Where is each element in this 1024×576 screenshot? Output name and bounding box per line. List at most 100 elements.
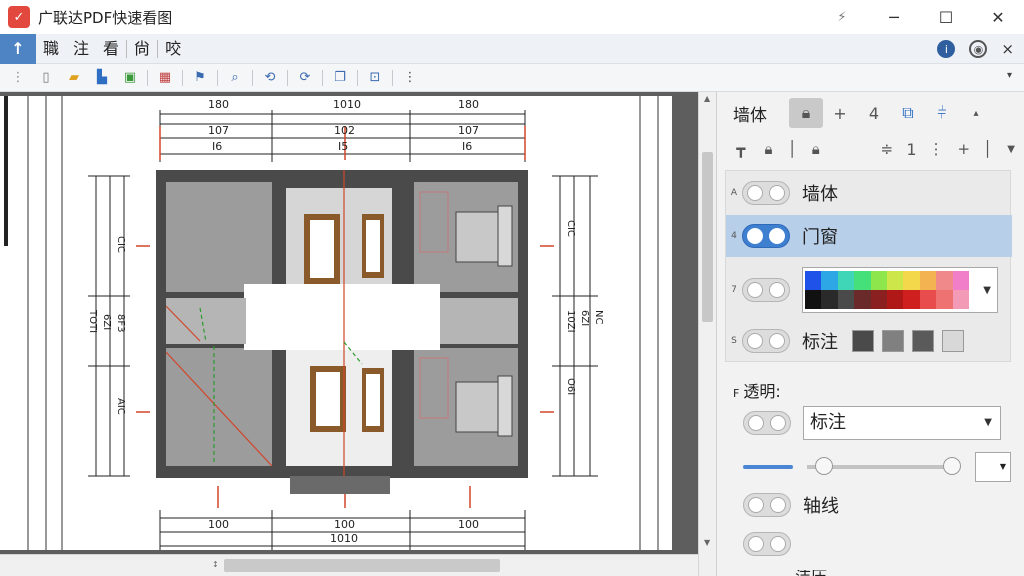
palette-color-7[interactable] (919, 271, 937, 290)
scroll-updown-icon[interactable]: ↕ (212, 560, 219, 569)
dropdown-icon[interactable]: ▼ (997, 144, 1024, 155)
more-vertical-icon[interactable]: ⋮ (922, 140, 950, 158)
measure-icon[interactable]: ⌕ (224, 67, 246, 89)
palette-color-0[interactable] (805, 271, 822, 290)
palette-color-13[interactable] (854, 290, 871, 309)
save-icon[interactable]: ▣ (119, 67, 141, 89)
color-palette-grid[interactable] (805, 271, 969, 309)
plus-icon[interactable]: + (823, 98, 857, 128)
menu-item-2[interactable]: 注 (66, 34, 96, 64)
info-icon[interactable]: i (937, 40, 956, 58)
layer-toggle-color[interactable] (742, 278, 790, 302)
menu-item-4[interactable]: 尙 (127, 34, 157, 64)
toolbar-divider: │ (982, 140, 992, 158)
layer-row-wall[interactable]: A 墙体 (726, 175, 1012, 211)
layer-toggle-wall[interactable] (742, 181, 790, 205)
layer-row-door-window[interactable]: 4 门窗 (726, 215, 1012, 257)
palette-color-16[interactable] (903, 290, 920, 309)
layer-toggle-annotation[interactable] (742, 329, 790, 353)
add-icon[interactable]: + (950, 140, 978, 158)
tab-wall[interactable]: 墙体 (717, 101, 789, 126)
settings-icon[interactable]: ◉ (969, 40, 988, 58)
palette-color-10[interactable] (805, 290, 822, 309)
opacity-layer-select[interactable]: 标注 ▼ (803, 406, 1001, 440)
four-icon[interactable]: 4 (857, 98, 891, 128)
swatch-1[interactable] (852, 330, 874, 352)
pin-tool-icon[interactable]: ┳ (727, 140, 755, 158)
layer-icon[interactable]: ⚑ (189, 67, 211, 89)
compare-icon[interactable]: ❐ (329, 67, 351, 89)
close-button[interactable]: ✕ (972, 0, 1024, 34)
new-file-icon[interactable]: ▯ (35, 67, 57, 89)
palette-color-12[interactable] (837, 290, 855, 309)
lock-icon-2[interactable]: 🔒︎ (802, 140, 830, 158)
color-palette-dropdown[interactable]: ▼ (802, 267, 998, 313)
pdf-page[interactable]: 180 1010 180 107 102 107 I6 I5 I6 100 10… (0, 96, 672, 550)
slider-handle-max[interactable] (943, 457, 961, 475)
scroll-down-icon[interactable]: ▼ (704, 538, 710, 547)
grid-icon[interactable]: ▦ (154, 67, 176, 89)
fit-icon[interactable]: ⊡ (364, 67, 386, 89)
scroll-up-icon[interactable]: ▲ (704, 94, 710, 103)
more-icon[interactable]: ⋮ (399, 67, 421, 89)
palette-color-1[interactable] (821, 271, 838, 290)
extra-toggle[interactable] (743, 532, 791, 556)
opacity-toggle[interactable] (743, 411, 791, 435)
menu-item-1[interactable]: 職 (36, 34, 66, 64)
vertical-scroll-thumb[interactable] (702, 152, 713, 322)
palette-color-17[interactable] (919, 290, 937, 309)
axis-toggle[interactable] (743, 493, 791, 517)
menu-right-icons: i ◉ × (937, 34, 1014, 64)
menu-bar: ↑ 職 注 看 尙 咬 i ◉ × (0, 33, 1024, 64)
filter-icon[interactable]: ≑ (873, 140, 901, 158)
toolbar-overflow-icon[interactable]: ▾ (1007, 70, 1012, 81)
swatch-2[interactable] (882, 330, 904, 352)
layer-row-annotation[interactable]: S 标注 (726, 323, 1012, 359)
rotate-icon[interactable]: ⟳ (294, 67, 316, 89)
open-folder-icon[interactable]: ▰ (63, 67, 85, 89)
opacity-value-select[interactable]: ▼ (975, 452, 1011, 482)
swatch-4[interactable] (942, 330, 964, 352)
close-icon[interactable]: × (1001, 40, 1014, 58)
pin-icon[interactable]: ⚡ (816, 0, 868, 34)
export-icon[interactable]: ▙ (91, 67, 113, 89)
palette-color-4[interactable] (870, 271, 887, 290)
chevron-down-icon[interactable]: ▼ (983, 285, 991, 296)
dim-small-3: I6 (462, 140, 472, 153)
menu-item-5[interactable]: 咬 (158, 34, 188, 64)
collapse-icon[interactable]: ▴ (959, 98, 993, 128)
swatch-3[interactable] (912, 330, 934, 352)
home-menu-button[interactable]: ↑ (0, 33, 36, 64)
vertical-scrollbar[interactable]: ▲ ▼ (698, 92, 716, 576)
palette-color-9[interactable] (952, 271, 969, 290)
palette-color-18[interactable] (936, 290, 953, 309)
lock-icon[interactable]: 🔒︎ (789, 98, 823, 128)
layer-row-color[interactable]: 7 ▼ (726, 265, 1012, 315)
palette-color-8[interactable] (936, 271, 953, 290)
toolbar-divider (252, 69, 253, 86)
palette-color-3[interactable] (854, 271, 871, 290)
palette-color-14[interactable] (870, 290, 887, 309)
opacity-slider[interactable] (807, 457, 961, 475)
palette-color-15[interactable] (886, 290, 904, 309)
palette-color-5[interactable] (886, 271, 904, 290)
zoom-icon[interactable]: ⟲ (259, 67, 281, 89)
palette-color-6[interactable] (903, 271, 920, 290)
menu-item-3[interactable]: 看 (96, 34, 126, 64)
slider-handle-min[interactable] (815, 457, 833, 475)
copy-icon[interactable]: ⧉ (891, 98, 925, 128)
lock-small-icon[interactable]: 🔒︎ (755, 140, 783, 158)
document-area[interactable]: 180 1010 180 107 102 107 I6 I5 I6 100 10… (0, 92, 716, 576)
palette-color-19[interactable] (952, 290, 969, 309)
horizontal-scroll-thumb[interactable] (224, 559, 500, 572)
minimize-button[interactable]: ─ (868, 0, 920, 34)
layer-toggle-door-window[interactable] (742, 224, 790, 248)
palette-color-11[interactable] (821, 290, 838, 309)
cutoff-label: 洁压 (795, 570, 827, 576)
maximize-button[interactable]: ☐ (920, 0, 972, 34)
split-icon[interactable]: ⫩ (925, 98, 959, 128)
palette-color-2[interactable] (837, 271, 855, 290)
horizontal-scrollbar[interactable]: ↕ (0, 554, 698, 576)
slider-accent (743, 465, 793, 469)
dim-left-2: TOTI (87, 309, 98, 333)
